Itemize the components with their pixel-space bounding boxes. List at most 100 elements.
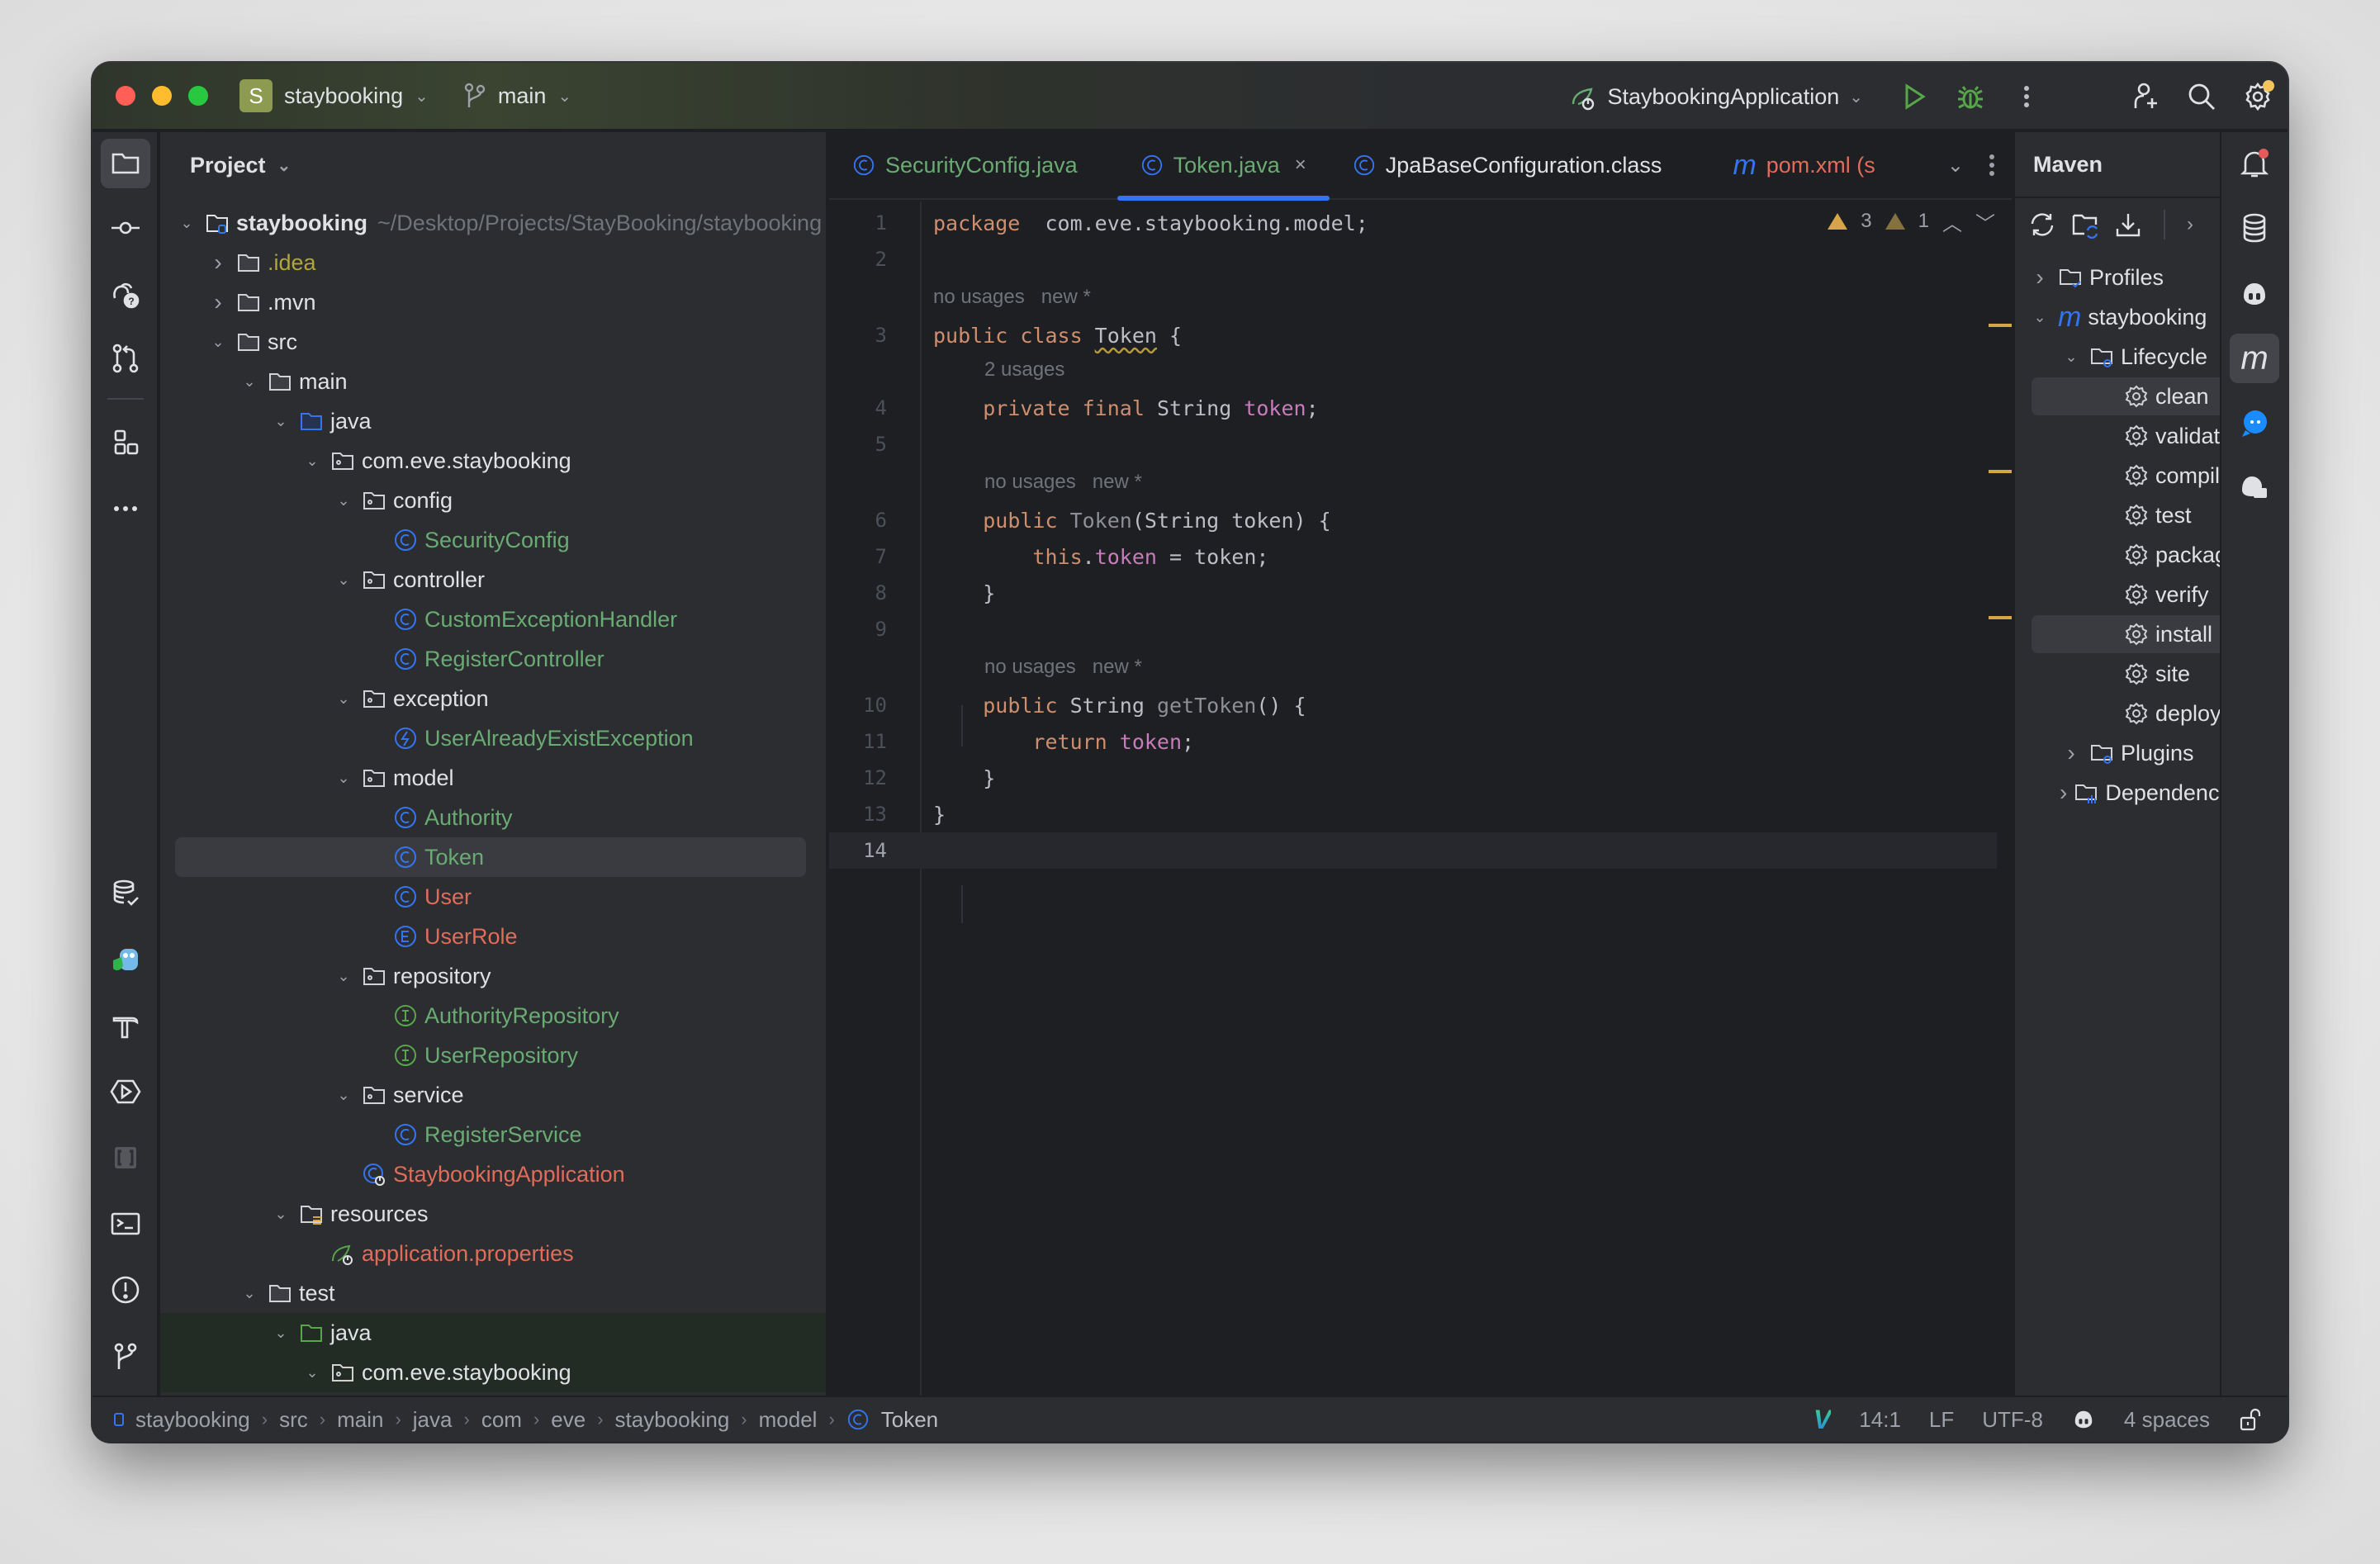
code-area[interactable]: 1 package com.eve.staybooking.model; 2 no u… (829, 201, 2012, 1396)
tree-root[interactable]: ⌄ staybooking ~/Desktop/Projects/StayBoo… (160, 203, 826, 243)
warning-stripe-mark[interactable] (1989, 324, 2012, 327)
chevron-down-icon[interactable]: ⌄ (206, 334, 230, 351)
project-panel-header[interactable]: Project ⌄ (160, 132, 826, 198)
debug-button[interactable] (1952, 78, 1989, 115)
indent-setting[interactable]: 4 spaces (2124, 1407, 2210, 1433)
database-tool-button[interactable] (2230, 203, 2279, 253)
breadcrumb-item[interactable]: com (481, 1407, 522, 1433)
copilot-chat-tool-button[interactable] (2230, 462, 2279, 512)
add-user-button[interactable] (2127, 78, 2164, 115)
chevron-down-icon[interactable]: ⌄ (332, 770, 355, 787)
tree-item[interactable]: UserAlreadyExistException (160, 718, 826, 758)
close-tab-icon[interactable]: × (1295, 154, 1306, 177)
tree-item[interactable]: ⌄ java (160, 401, 826, 441)
run-configuration-selector[interactable]: StaybookingApplication ⌄ (1570, 83, 1863, 111)
breadcrumb-item[interactable]: Token (881, 1407, 938, 1433)
more-actions-button[interactable] (2008, 78, 2045, 115)
more-tools-button[interactable] (101, 484, 150, 533)
breadcrumb-item[interactable]: model (759, 1407, 818, 1433)
build-tool-button[interactable] (101, 1001, 150, 1050)
chevron-down-icon[interactable]: ⌄ (238, 1285, 261, 1302)
maven-tree-item[interactable]: › Dependencies (2015, 773, 2220, 813)
project-widget[interactable]: S staybooking ⌄ (239, 79, 429, 112)
maven-tree-item[interactable]: compile (2015, 456, 2220, 495)
chevron-down-icon[interactable]: ⌄ (332, 571, 355, 589)
editor-tab[interactable]: Token.java × (1117, 131, 1330, 201)
tree-item[interactable]: ⌄ service (160, 1075, 826, 1115)
services-tool-button[interactable] (101, 1067, 150, 1116)
tree-item[interactable]: ⌄ resources (160, 1194, 826, 1234)
breadcrumb-item[interactable]: main (337, 1407, 383, 1433)
terminal-tool-button[interactable] (101, 1199, 150, 1249)
inlay-usage-hint[interactable]: no usages new * (933, 281, 1091, 314)
tree-item[interactable]: Authority (160, 798, 826, 837)
maven-tree-item[interactable]: deploy (2015, 694, 2220, 733)
editor-tab[interactable]: SecurityConfig.java (829, 131, 1101, 199)
chevron-right-icon[interactable]: › (2028, 264, 2051, 291)
breadcrumb-item[interactable]: eve (551, 1407, 586, 1433)
breadcrumb-item[interactable]: java (413, 1407, 453, 1433)
tree-item[interactable]: UserRole (160, 917, 826, 956)
tree-item[interactable]: ⌄ test (160, 1273, 826, 1313)
tree-item[interactable]: ⌄ java (160, 1313, 826, 1353)
tree-item[interactable]: RegisterController (160, 639, 826, 679)
chevron-down-icon[interactable]: ⌄ (301, 1364, 324, 1382)
close-window-button[interactable] (116, 86, 135, 106)
download-icon[interactable] (2114, 211, 2142, 239)
inlay-usage-hint[interactable]: no usages new * (984, 651, 1142, 684)
tree-item[interactable]: Token (160, 837, 826, 877)
previous-highlight-icon[interactable]: ︿ (1942, 207, 1962, 236)
chevron-right-icon[interactable]: › (206, 249, 230, 276)
chevron-down-icon[interactable]: ⌄ (332, 968, 355, 985)
structure-tool-button[interactable] (101, 418, 150, 467)
maven-tree-item[interactable]: install (2015, 614, 2220, 654)
pull-requests-tool-button[interactable] (101, 334, 150, 383)
chevron-right-icon[interactable]: › (2060, 780, 2067, 806)
tree-item[interactable]: AuthorityRepository (160, 996, 826, 1036)
breadcrumb-item[interactable]: src (279, 1407, 308, 1433)
chevron-down-icon[interactable]: ⌄ (301, 453, 324, 470)
vim-plugin-icon[interactable]: V (1813, 1405, 1831, 1435)
more-vertical-icon[interactable] (1989, 154, 1995, 177)
inlay-usage-hint[interactable]: no usages new * (984, 466, 1142, 499)
chat-tool-button[interactable] (2230, 398, 2279, 448)
database-changes-tool-button[interactable] (101, 869, 150, 918)
tree-item[interactable]: StaybookingApplication (160, 1154, 826, 1194)
branch-widget[interactable]: main ⌄ (463, 83, 571, 109)
settings-button[interactable] (2240, 78, 2276, 115)
tree-item[interactable]: › .mvn (160, 282, 826, 322)
tree-item[interactable]: RegisterService (160, 1115, 826, 1154)
file-encoding[interactable]: UTF-8 (1982, 1407, 2043, 1433)
maven-tree-item[interactable]: verify (2015, 575, 2220, 614)
maven-tree-item[interactable]: package (2015, 535, 2220, 575)
breadcrumb-item[interactable]: staybooking (615, 1407, 730, 1433)
maven-tree-item[interactable]: test (2015, 495, 2220, 535)
project-tool-button[interactable] (101, 139, 150, 188)
bracket-tool-button[interactable] (101, 1133, 150, 1182)
maven-tool-button[interactable]: m (2230, 334, 2279, 383)
maven-tree-item[interactable]: › Profiles (2015, 258, 2220, 297)
editor-tab[interactable]: m pom.xml (s (1709, 131, 1898, 199)
maven-tree-item[interactable]: › Plugins (2015, 733, 2220, 773)
tree-item[interactable]: UserRepository (160, 1036, 826, 1075)
tree-item[interactable]: ⌄ com.eve.staybooking (160, 441, 826, 481)
tree-item[interactable]: CustomExceptionHandler (160, 600, 826, 639)
cursor-position[interactable]: 14:1 (1859, 1407, 1901, 1433)
ai-help-tool-button[interactable]: ? (101, 269, 150, 319)
gopher-tool-button[interactable] (101, 935, 150, 984)
git-tool-button[interactable] (101, 1331, 150, 1381)
tree-item[interactable]: User (160, 877, 826, 917)
search-button[interactable] (2183, 78, 2220, 115)
reload-folder-icon[interactable] (2071, 211, 2099, 239)
tree-item[interactable]: ⌄ repository (160, 956, 826, 996)
run-button[interactable] (1896, 78, 1932, 115)
chevron-down-icon[interactable]: ⌄ (1947, 154, 1964, 178)
unlock-icon[interactable] (2238, 1407, 2263, 1432)
notifications-tool-button[interactable] (2230, 139, 2279, 188)
reload-icon[interactable] (2028, 211, 2056, 239)
editor-tab[interactable]: JpaBaseConfiguration.class (1330, 131, 1685, 199)
chevron-right-icon[interactable]: › (2060, 740, 2083, 766)
tree-item[interactable]: ⌄ src (160, 322, 826, 362)
maven-tree-item[interactable]: ⌄ Lifecycle (2015, 337, 2220, 377)
warning-stripe-mark[interactable] (1989, 616, 2012, 619)
